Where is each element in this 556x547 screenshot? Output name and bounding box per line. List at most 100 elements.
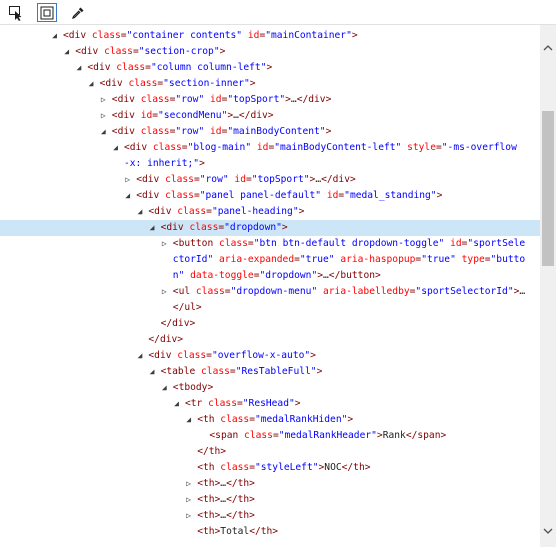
dom-node-row[interactable]: ◢ <div class="panel-heading"> — [0, 204, 540, 220]
markup-token-plain: NOC — [324, 462, 342, 473]
scrollbar-thumb[interactable] — [542, 111, 554, 266]
dom-node-markup: <div class="section-inner"> — [100, 76, 256, 92]
dom-node-row[interactable]: n" data-toggle="dropdown">…</button> — [0, 268, 540, 284]
collapsed-caret-icon[interactable]: ▷ — [99, 92, 108, 108]
markup-token-tag: > — [266, 62, 273, 73]
expanded-caret-icon[interactable]: ◢ — [148, 220, 157, 236]
expanded-caret-icon[interactable]: ◢ — [87, 76, 96, 92]
markup-token-attr: id — [326, 190, 339, 201]
markup-token-val: ctorId" — [172, 254, 214, 265]
expanded-caret-icon[interactable]: ◢ — [135, 204, 144, 220]
expanded-caret-icon[interactable]: ◢ — [99, 124, 108, 140]
expanded-caret-icon[interactable]: ◢ — [135, 348, 144, 364]
vertical-scrollbar[interactable] — [540, 25, 556, 547]
dom-node-markup: <th>…</th> — [197, 476, 255, 492]
markup-token-tag: > — [351, 30, 358, 41]
dom-node-markup: </div> — [161, 316, 196, 332]
dom-node-row[interactable]: ◢ <div class="section-crop"> — [0, 44, 540, 60]
dom-node-row[interactable]: </th> — [0, 444, 540, 460]
dom-node-row[interactable]: ◢ <div class="row" id="mainBodyContent"> — [0, 124, 540, 140]
select-element-button[interactable] — [6, 3, 26, 22]
markup-token-attr: class — [220, 414, 250, 425]
markup-token-val: "section-crop" — [138, 46, 220, 57]
markup-token-tag: <div — [87, 62, 117, 73]
expanded-caret-icon[interactable]: ◢ — [111, 140, 120, 156]
dom-node-row[interactable]: ◢ <tr class="ResHead"> — [0, 396, 540, 412]
markup-token-attr: class — [244, 430, 273, 441]
dom-node-row[interactable]: ◢ <div class="overflow-x-auto"> — [0, 348, 540, 364]
dom-node-row[interactable]: -x: inherit;"> — [0, 156, 540, 172]
markup-token-tag: <th> — [197, 494, 221, 505]
expanded-caret-icon[interactable]: ◢ — [50, 28, 59, 44]
scroll-down-arrow-icon[interactable] — [540, 523, 556, 539]
color-picker-button[interactable] — [68, 3, 88, 22]
markup-token-val: "column column-left" — [150, 62, 267, 73]
dom-node-row[interactable]: ◢ <div class="dropdown"> — [0, 220, 540, 236]
dom-node-row[interactable]: ◢ <tbody> — [0, 380, 540, 396]
dom-node-row[interactable]: ▷ <th>…</th> — [0, 508, 540, 524]
markup-token-val: "container contents" — [126, 30, 243, 41]
dom-node-markup: <th>…</th> — [197, 508, 255, 524]
dom-node-row[interactable]: ctorId" aria-expanded="true" aria-haspop… — [0, 252, 540, 268]
markup-token-tag: <button — [172, 238, 220, 249]
dom-node-row[interactable]: ▷ <ul class="dropdown-menu" aria-labelled… — [0, 284, 540, 300]
markup-token-tag: <span — [209, 430, 245, 441]
devtools-toolbar — [0, 0, 556, 25]
expanded-caret-icon[interactable]: ◢ — [123, 188, 132, 204]
collapsed-caret-icon[interactable]: ▷ — [184, 476, 193, 492]
collapsed-caret-icon[interactable]: ▷ — [160, 284, 169, 300]
dom-node-markup: <ul class="dropdown-menu" aria-labelledb… — [173, 284, 525, 300]
dom-node-row[interactable]: ◢ <div class="column column-left"> — [0, 60, 540, 76]
collapsed-caret-icon[interactable]: ▷ — [184, 508, 193, 524]
markup-token-tag: <div — [136, 190, 166, 201]
dom-node-markup: <div class="blog-main" id="mainBodyConte… — [124, 140, 517, 156]
dom-node-row[interactable]: <span class="medalRankHeader">Rank</span… — [0, 428, 540, 444]
scroll-up-arrow-icon[interactable] — [540, 39, 556, 55]
dom-node-row[interactable]: ▷ <div class="row" id="topSport">…</div> — [0, 172, 540, 188]
collapsed-caret-icon[interactable]: ▷ — [184, 492, 193, 508]
expanded-caret-icon[interactable]: ◢ — [172, 396, 181, 412]
dom-node-row[interactable]: ▷ <div id="secondMenu">…</div> — [0, 108, 540, 124]
markup-token-attr: type — [461, 254, 485, 265]
markup-token-attr: class — [208, 398, 237, 409]
markup-token-val: "topSport" — [227, 94, 286, 105]
markup-token-val: "topSport" — [251, 174, 310, 185]
markup-token-tag: <div — [160, 222, 190, 233]
dom-node-row[interactable]: ▷ <th>…</th> — [0, 476, 540, 492]
dom-node-markup: <th>Total</th> — [197, 524, 278, 540]
dom-node-row[interactable]: ◢ <div class="section-inner"> — [0, 76, 540, 92]
markup-token-tag: <ul — [172, 286, 196, 297]
dom-node-markup: <tbody> — [173, 380, 213, 396]
dom-node-row[interactable]: ◢ <div class="container contents" id="mai… — [0, 28, 540, 44]
expanded-caret-icon[interactable]: ◢ — [148, 364, 157, 380]
expanded-caret-icon[interactable]: ◢ — [160, 380, 169, 396]
highlight-element-button[interactable] — [37, 3, 57, 22]
dom-node-row[interactable]: </div> — [0, 316, 540, 332]
dom-node-row[interactable]: ▷ <div class="row" id="topSport">…</div> — [0, 92, 540, 108]
dom-node-row[interactable]: <th>Total</th> — [0, 524, 540, 540]
dom-node-row[interactable]: <th class="styleLeft">NOC</th> — [0, 460, 540, 476]
dom-node-row[interactable]: ▷ <th>…</th> — [0, 492, 540, 508]
dom-node-row[interactable]: ◢ <div class="blog-main" id="mainBodyCont… — [0, 140, 540, 156]
dom-node-row[interactable]: ▷ <button class="btn btn-default dropdown… — [0, 236, 540, 252]
expanded-caret-icon[interactable]: ◢ — [184, 412, 193, 428]
dom-node-row[interactable]: </div> — [0, 332, 540, 348]
markup-token-tag: > — [325, 126, 332, 137]
collapsed-caret-icon[interactable]: ▷ — [160, 236, 169, 252]
dom-node-row[interactable]: ◢ <table class="ResTableFull"> — [0, 364, 540, 380]
markup-token-val: "mainContainer" — [265, 30, 352, 41]
markup-token-attr: id — [450, 238, 462, 249]
markup-token-val: "btn btn-default dropdown-toggle" — [253, 238, 445, 249]
dom-node-row[interactable]: ◢ <div class="panel panel-default" id="me… — [0, 188, 540, 204]
dom-tree-view: ◢ <div class="container contents" id="mai… — [0, 25, 540, 547]
expanded-caret-icon[interactable]: ◢ — [62, 44, 71, 60]
markup-token-tag: </th> — [249, 526, 279, 537]
collapsed-caret-icon[interactable]: ▷ — [99, 108, 108, 124]
markup-token-attr: data-toggle — [190, 270, 254, 281]
dom-node-row[interactable]: </ul> — [0, 300, 540, 316]
expanded-caret-icon[interactable]: ◢ — [74, 60, 83, 76]
collapsed-caret-icon[interactable]: ▷ — [123, 172, 132, 188]
dom-node-markup: <div class="row" id="topSport">…</div> — [112, 92, 332, 108]
markup-token-val: "true" — [299, 254, 335, 265]
dom-node-row[interactable]: ◢ <th class="medalRankHiden"> — [0, 412, 540, 428]
